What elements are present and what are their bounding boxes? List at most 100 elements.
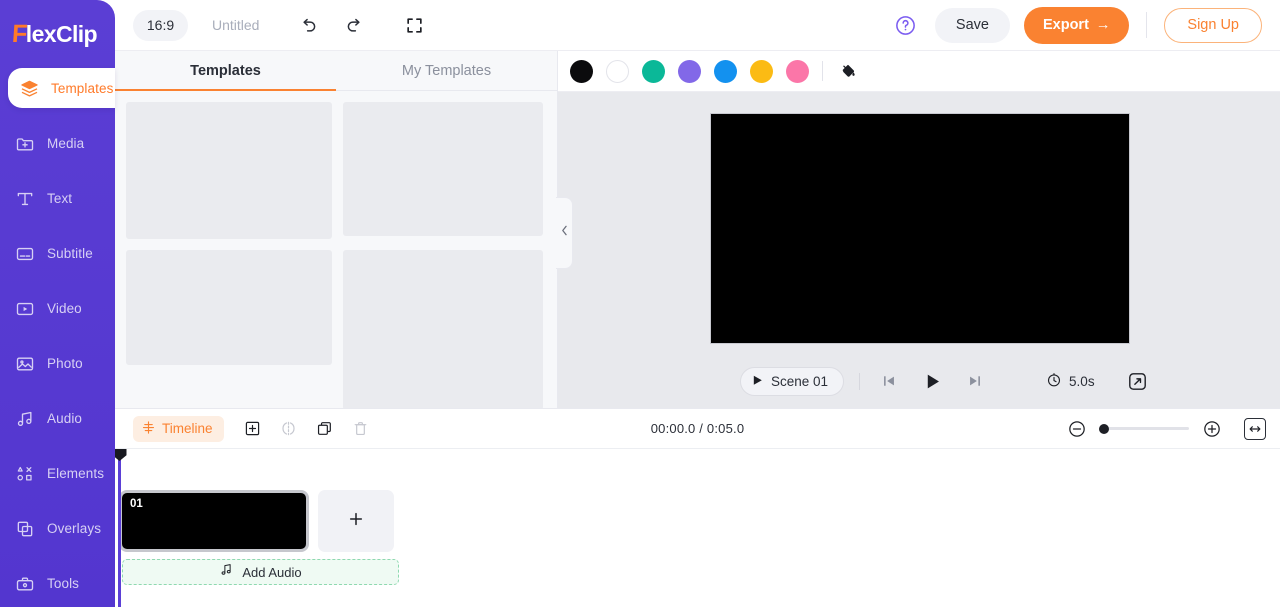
add-box-icon[interactable]	[239, 415, 266, 442]
timeline-body[interactable]: 01 Add Audio	[112, 449, 1280, 607]
color-swatch-pink[interactable]	[786, 59, 809, 83]
sidebar-label-audio: Audio	[47, 411, 83, 426]
sidebar-item-text[interactable]: Text	[0, 171, 115, 226]
color-swatch-teal[interactable]	[642, 59, 665, 83]
color-swatch-white[interactable]	[606, 59, 629, 83]
skip-previous-icon[interactable]	[874, 366, 904, 396]
duplicate-icon[interactable]	[311, 415, 338, 442]
fullscreen-icon[interactable]	[399, 10, 429, 40]
undo-icon[interactable]	[293, 10, 323, 40]
template-placeholder[interactable]	[343, 250, 543, 408]
sidebar-label-subtitle: Subtitle	[47, 246, 93, 261]
left-sidebar: F lexClip Templates Media Text Subtitle …	[0, 0, 115, 607]
layers-icon	[18, 77, 40, 99]
sidebar-label-media: Media	[47, 136, 85, 151]
play-icon[interactable]	[917, 366, 947, 396]
tab-my-templates[interactable]: My Templates	[336, 51, 557, 90]
logo-f-mark: F	[11, 19, 28, 48]
tab-templates[interactable]: Templates	[115, 51, 336, 91]
clip-track: 01	[119, 490, 394, 552]
plus-icon	[346, 509, 366, 534]
trash-icon[interactable]	[347, 415, 374, 442]
player-controls: Scene 01 5.0s	[558, 354, 1280, 408]
sidebar-item-elements[interactable]: Elements	[0, 446, 115, 501]
media-folder-icon	[14, 133, 36, 155]
sidebar-item-templates[interactable]: Templates	[8, 68, 115, 108]
expand-icon[interactable]	[1126, 369, 1150, 393]
player-divider	[859, 372, 861, 390]
sidebar-item-audio[interactable]: Audio	[0, 391, 115, 446]
sidebar-item-photo[interactable]: Photo	[0, 336, 115, 391]
panel-collapse-button[interactable]	[556, 197, 573, 269]
sidebar-item-media[interactable]: Media	[0, 116, 115, 171]
zoom-slider-handle[interactable]	[1099, 423, 1109, 434]
sidebar-label-overlays: Overlays	[47, 521, 102, 536]
toolbar-divider	[1146, 12, 1148, 38]
timeline-label: Timeline	[162, 421, 213, 436]
add-audio-label: Add Audio	[242, 564, 302, 580]
project-title-input[interactable]: Untitled	[212, 17, 259, 33]
subtitle-icon	[14, 243, 36, 265]
templates-panel: Templates My Templates	[115, 51, 558, 408]
add-audio-track[interactable]: Add Audio	[122, 559, 399, 585]
clock-icon	[1046, 372, 1062, 391]
flexclip-editor: F lexClip Templates Media Text Subtitle …	[0, 0, 1280, 607]
logo-text: lexClip	[25, 20, 98, 47]
sidebar-label-video: Video	[47, 301, 82, 316]
playhead[interactable]	[112, 449, 127, 607]
panel-tab-bar: Templates My Templates	[115, 51, 557, 91]
app-logo[interactable]: F lexClip	[0, 0, 115, 68]
top-toolbar: 16:9 Untitled Save Export → Sign Up	[115, 0, 1280, 51]
color-swatch-yellow[interactable]	[750, 59, 773, 83]
zoom-in-icon[interactable]	[1200, 417, 1224, 441]
timeline-toolbar: Timeline 00:00.0 / 0:05.0	[115, 408, 1280, 449]
play-small-icon	[753, 374, 763, 389]
color-swatch-black[interactable]	[570, 59, 593, 83]
sidebar-item-video[interactable]: Video	[0, 281, 115, 336]
color-swatch-purple[interactable]	[678, 59, 701, 83]
sidebar-label-tools: Tools	[47, 576, 80, 591]
skip-next-icon[interactable]	[960, 366, 990, 396]
preview-stage: Scene 01 5.0s	[558, 92, 1280, 408]
export-button[interactable]: Export →	[1023, 6, 1130, 44]
zoom-out-icon[interactable]	[1065, 417, 1089, 441]
export-label: Export	[1042, 17, 1089, 33]
sidebar-item-overlays[interactable]: Overlays	[0, 501, 115, 556]
time-display: 00:00.0 / 0:05.0	[650, 421, 745, 436]
timeline-clip-01[interactable]: 01	[119, 490, 309, 552]
paint-bucket-icon[interactable]	[836, 59, 860, 83]
aspect-ratio-button[interactable]: 16:9	[133, 9, 188, 41]
chevron-left-icon	[560, 224, 569, 242]
audio-note-icon	[14, 408, 36, 430]
color-swatch-bar	[558, 51, 1280, 92]
template-placeholder[interactable]	[126, 250, 332, 365]
sidebar-item-subtitle[interactable]: Subtitle	[0, 226, 115, 281]
scene-selector-button[interactable]: Scene 01	[740, 366, 845, 396]
sidebar-label-text: Text	[47, 191, 73, 206]
template-grid	[115, 91, 557, 408]
add-scene-button[interactable]	[318, 490, 394, 552]
split-icon[interactable]	[275, 415, 302, 442]
fit-width-icon[interactable]	[1244, 417, 1266, 440]
sidebar-item-tools[interactable]: Tools	[0, 556, 115, 607]
help-circle-icon[interactable]	[893, 12, 919, 38]
timeline-tab-button[interactable]: Timeline	[133, 415, 224, 442]
template-placeholder[interactable]	[343, 102, 543, 236]
arrow-right-icon: →	[1095, 17, 1111, 33]
zoom-slider[interactable]	[1099, 423, 1189, 434]
video-icon	[14, 298, 36, 320]
sign-up-button[interactable]: Sign Up	[1164, 7, 1262, 43]
duration-display: 5.0s	[1046, 372, 1095, 391]
timeline-zoom-group	[1065, 417, 1280, 441]
toolbox-icon	[14, 573, 36, 595]
template-placeholder[interactable]	[126, 102, 332, 239]
sidebar-label-elements: Elements	[47, 466, 105, 481]
timeline-icon	[141, 420, 156, 438]
video-canvas[interactable]	[711, 114, 1129, 343]
sidebar-nav: Templates Media Text Subtitle Video Phot…	[0, 68, 115, 607]
save-button[interactable]: Save	[934, 7, 1010, 43]
color-swatch-blue[interactable]	[714, 59, 737, 83]
topbar-right-group: Save Export → Sign Up	[893, 6, 1280, 44]
redo-icon[interactable]	[339, 10, 369, 40]
duration-value: 5.0s	[1069, 373, 1095, 389]
